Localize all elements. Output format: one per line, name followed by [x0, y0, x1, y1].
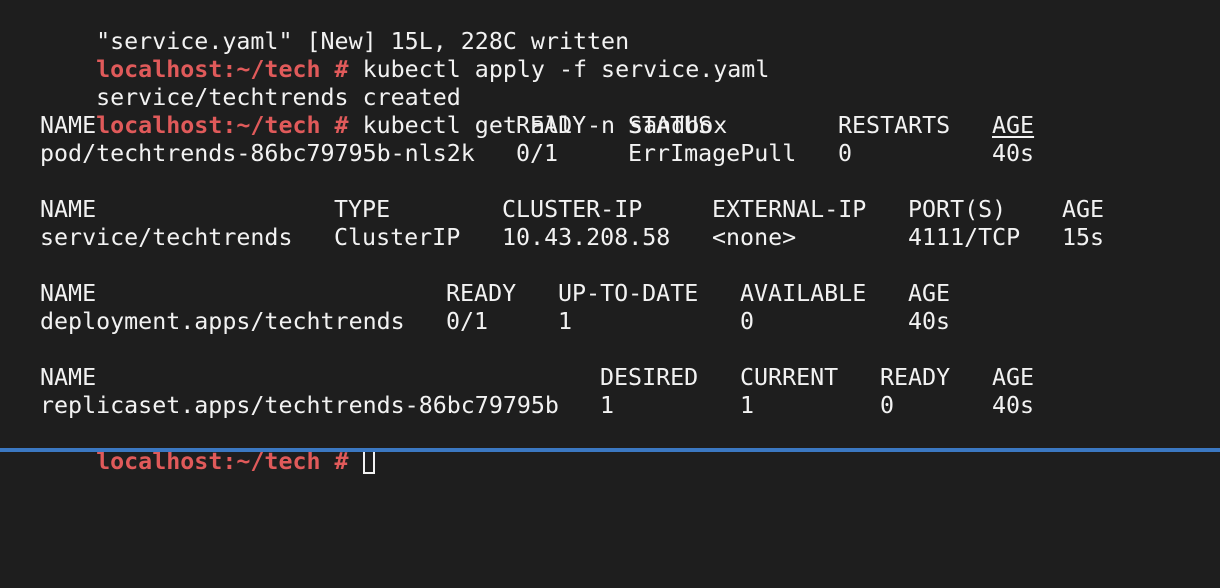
table-cell: 1 — [600, 392, 615, 419]
command-line-active[interactable]: localhost:~/tech # — [40, 420, 1220, 475]
column-header: RESTARTS — [838, 112, 951, 139]
table-cell: deployment.apps/techtrends — [40, 308, 405, 335]
table-cell: 10.43.208.58 — [502, 224, 671, 251]
column-header: NAME — [40, 280, 97, 307]
column-header: PORT(S) — [908, 196, 1007, 223]
column-header: DESIRED — [600, 364, 699, 391]
table-cell: ClusterIP — [334, 224, 461, 251]
column-header: TYPE — [334, 196, 391, 223]
table-cell: service/techtrends — [40, 224, 293, 251]
table-cell: 0 — [880, 392, 895, 419]
deployments-header-row: NAME READY UP-TO-DATE AVAILABLE AGE — [40, 280, 1220, 308]
table-cell: 4111/TCP — [908, 224, 1021, 251]
table-cell: replicaset.apps/techtrends-86bc79795b — [40, 392, 559, 419]
command-line: localhost:~/tech # kubectl get all -n sa… — [40, 84, 1220, 139]
column-header: NAME — [40, 112, 97, 139]
table-cell: 40s — [992, 140, 1035, 167]
column-header: EXTERNAL-IP — [712, 196, 867, 223]
deployments-data-row: deployment.apps/techtrends 0/1 1 0 40s — [40, 308, 1220, 336]
output-line: service/techtrends created — [40, 56, 1220, 111]
column-header: READY — [516, 112, 587, 139]
column-header: AVAILABLE — [740, 280, 867, 307]
column-header: NAME — [40, 196, 97, 223]
table-cell: 0 — [740, 308, 755, 335]
table-cell: 1 — [740, 392, 755, 419]
table-cell: <none> — [712, 224, 797, 251]
pods-header-row: NAME READY STATUS RESTARTS AGE — [40, 112, 1220, 140]
column-header: STATUS — [628, 112, 713, 139]
column-header: CLUSTER-IP — [502, 196, 643, 223]
table-cell: 1 — [558, 308, 573, 335]
column-header: CURRENT — [740, 364, 839, 391]
column-header: READY — [446, 280, 517, 307]
pods-data-row: pod/techtrends-86bc79795b-nls2k 0/1 ErrI… — [40, 140, 1220, 168]
text-cursor[interactable] — [362, 450, 375, 474]
shell-prompt: localhost:~/tech # — [96, 448, 349, 475]
window-accent-bar — [0, 448, 1220, 452]
table-cell: 40s — [908, 308, 951, 335]
table-cell: pod/techtrends-86bc79795b-nls2k — [40, 140, 475, 167]
column-header: NAME — [40, 364, 97, 391]
services-header-row: NAME TYPE CLUSTER-IP EXTERNAL-IP PORT(S)… — [40, 196, 1220, 224]
command-line: localhost:~/tech # kubectl apply -f serv… — [40, 28, 1220, 83]
table-cell: 40s — [992, 392, 1035, 419]
table-cell: 0/1 — [516, 140, 559, 167]
replicasets-data-row: replicaset.apps/techtrends-86bc79795b 1 … — [40, 392, 1220, 420]
column-header: READY — [880, 364, 951, 391]
column-header: AGE — [992, 112, 1035, 139]
column-header: UP-TO-DATE — [558, 280, 699, 307]
table-cell: 0 — [838, 140, 853, 167]
replicasets-header-row: NAME DESIRED CURRENT READY AGE — [40, 364, 1220, 392]
vim-write-status-line: "service.yaml" [New] 15L, 228C written — [40, 0, 1220, 55]
terminal-output[interactable]: "service.yaml" [New] 15L, 228C written l… — [40, 0, 1220, 475]
column-header: AGE — [992, 364, 1035, 391]
table-cell: ErrImagePull — [628, 140, 797, 167]
table-cell: 15s — [1062, 224, 1105, 251]
table-cell: 0/1 — [446, 308, 489, 335]
column-header: AGE — [908, 280, 951, 307]
column-header: AGE — [1062, 196, 1105, 223]
services-data-row: service/techtrends ClusterIP 10.43.208.5… — [40, 224, 1220, 252]
